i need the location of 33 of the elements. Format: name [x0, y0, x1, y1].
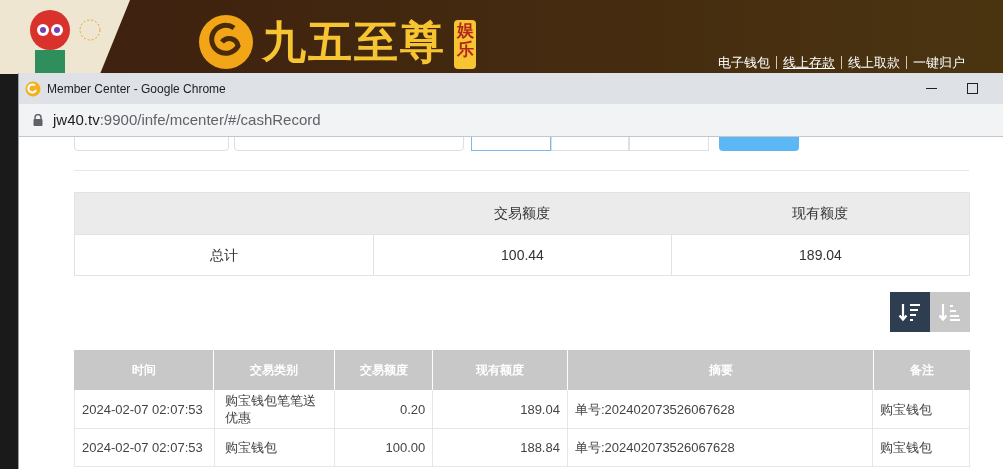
- table-cell: 188.84: [432, 429, 567, 466]
- table-cell: 购宝钱包: [872, 390, 969, 428]
- table-cell-text: 2024-02-07 02:07:53: [81, 400, 204, 419]
- logo-icon: [198, 14, 254, 70]
- table-cell: 总计: [75, 234, 373, 275]
- table-cell: 购宝钱包: [213, 429, 335, 466]
- table-cell: 100.44: [373, 234, 671, 275]
- column-header: 现有额度: [791, 204, 849, 223]
- column-header: 交易额度: [493, 204, 551, 223]
- table-cell: 购宝钱包笔笔送优惠: [213, 390, 335, 428]
- table-cell: 100.00: [334, 429, 433, 466]
- nav-link[interactable]: 一键归户: [913, 53, 965, 73]
- table-cell: 单号:202402073526067628: [566, 429, 873, 466]
- sort-icon: [898, 301, 922, 323]
- address-bar[interactable]: jw40.tv:9900/infe/mcenter/#/cashRecord: [19, 104, 1003, 137]
- window-title: Member Center - Google Chrome: [47, 80, 226, 98]
- sort-icon: [938, 301, 962, 323]
- table-cell-text: 2024-02-07 02:07:53: [81, 439, 204, 457]
- maximize-icon[interactable]: [967, 83, 978, 94]
- table-cell: 189.04: [432, 390, 567, 428]
- site-favicon-icon: [25, 80, 41, 97]
- nav-link[interactable]: 线上取款: [848, 53, 900, 73]
- table-cell: 单号:202402073526067628: [566, 390, 873, 428]
- nav-link[interactable]: 线上存款: [783, 53, 835, 73]
- table-cell: 189.04: [671, 234, 969, 275]
- logo-text: 九五至尊: [262, 16, 446, 68]
- nav-link[interactable]: 电子钱包: [718, 53, 770, 73]
- logo-badge: 娱乐: [454, 20, 476, 70]
- sort-descending-button[interactable]: [890, 292, 930, 332]
- table-cell: 购宝钱包: [872, 429, 969, 466]
- lock-icon: [33, 114, 43, 126]
- url-text: jw40.tv:9900/infe/mcenter/#/cashRecord: [53, 109, 321, 130]
- table-cell: 0.20: [334, 390, 433, 428]
